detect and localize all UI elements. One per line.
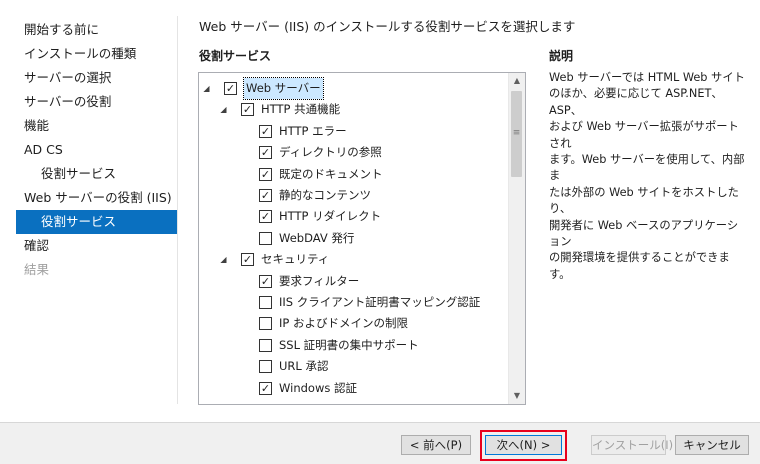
- cancel-button[interactable]: キャンセル: [675, 435, 749, 455]
- checkbox[interactable]: ✓: [241, 103, 254, 117]
- description-line: ます。Web サーバーを使用して、内部ま: [549, 153, 745, 183]
- nav-item-7[interactable]: 役割サービス: [16, 162, 177, 186]
- tree-item-label: 要求フィルター: [279, 273, 360, 288]
- page-title: Web サーバー (IIS) のインストールする役割サービスを選択します: [199, 19, 576, 34]
- tree-item[interactable]: ✓ HTTP エラー: [199, 121, 507, 142]
- nav-item-6[interactable]: AD CS: [16, 138, 177, 162]
- tree-item-label: Windows 認証: [279, 380, 357, 395]
- tree-item[interactable]: SSL 証明書の集中サポート: [199, 335, 507, 356]
- scrollbar-thumb[interactable]: ≡: [511, 91, 522, 177]
- tree-item[interactable]: ◢ ✓ HTTP 共通機能: [199, 99, 507, 120]
- tree-item[interactable]: ✓ ディレクトリの参照: [199, 142, 507, 163]
- tree-item[interactable]: ◢ ✓ Web サーバー: [199, 77, 507, 100]
- tree-item-label: ディレクトリの参照: [279, 145, 382, 160]
- tree-item-label: HTTP 共通機能: [261, 102, 341, 117]
- tree-item[interactable]: ✓ 既定のドキュメント: [199, 164, 507, 185]
- previous-button[interactable]: < 前へ(P): [401, 435, 471, 455]
- tree-item-label: セキュリティ: [261, 252, 330, 267]
- scroll-down-arrow-icon[interactable]: ▼: [509, 388, 525, 404]
- description-line: の開発環境を提供することができます。: [549, 251, 730, 281]
- nav-item-3[interactable]: サーバーの選択: [16, 66, 177, 90]
- checkbox[interactable]: ✓: [259, 274, 272, 288]
- tree-item-label: Web サーバー: [243, 77, 324, 100]
- tree-item[interactable]: URL 承認: [199, 356, 507, 377]
- checkbox[interactable]: ✓: [259, 146, 272, 160]
- nav-item-5[interactable]: 機能: [16, 114, 177, 138]
- wizard-button-bar: < 前へ(P) 次へ(N) > インストール(I) キャンセル: [0, 422, 760, 464]
- description-line: Web サーバーでは HTML Web サイト: [549, 71, 745, 84]
- nav-item-2[interactable]: インストールの種類: [16, 42, 177, 66]
- checkbox[interactable]: ✓: [259, 210, 272, 224]
- next-button[interactable]: 次へ(N) >: [485, 435, 562, 455]
- checkbox[interactable]: ✓: [224, 82, 237, 95]
- tree-item-label: IIS クライアント証明書マッピング認証: [279, 295, 481, 309]
- checkbox[interactable]: ✓: [241, 253, 254, 267]
- expanded-triangle-icon[interactable]: ◢: [219, 249, 228, 270]
- tree-item-label: HTTP リダイレクト: [279, 209, 382, 224]
- checkbox[interactable]: ✓: [259, 189, 272, 202]
- tree-item[interactable]: ✓ 要求フィルター: [199, 271, 507, 292]
- description-label: 説明: [549, 49, 574, 63]
- checkbox[interactable]: [259, 231, 272, 245]
- tree-item[interactable]: ✓ HTTP リダイレクト: [199, 206, 507, 227]
- nav-item-8[interactable]: Web サーバーの役割 (IIS): [16, 186, 177, 210]
- tree-item[interactable]: ✓ 静的なコンテンツ: [199, 185, 507, 206]
- tree-item-label: SSL 証明書の集中サポート: [279, 337, 419, 352]
- description-line: のほか、必要に応じて ASP.NET、ASP、: [549, 87, 723, 117]
- tree-item-label: URL 承認: [279, 359, 329, 374]
- install-button[interactable]: インストール(I): [591, 435, 673, 455]
- expanded-triangle-icon[interactable]: ◢: [219, 99, 228, 120]
- expanded-triangle-icon[interactable]: ◢: [202, 78, 211, 99]
- grip-icon: ≡: [512, 128, 521, 138]
- tree-item[interactable]: IP およびドメインの制限: [199, 313, 507, 334]
- tree-item[interactable]: ✓ Windows 認証: [199, 378, 507, 399]
- checkbox[interactable]: [259, 317, 272, 331]
- tree-item-label: 既定のドキュメント: [279, 166, 383, 181]
- nav-divider: [177, 16, 178, 404]
- role-services-tree[interactable]: ◢ ✓ Web サーバー ◢ ✓ HTTP 共通機能 ✓ HTTP エラー ✓ ディレクトリの参照…: [198, 72, 526, 405]
- tree-item-label: IP およびドメインの制限: [279, 316, 408, 331]
- tree-item-label: HTTP エラー: [279, 123, 347, 138]
- description-line: たは外部の Web サイトをホストしたり、: [549, 185, 739, 216]
- checkbox[interactable]: [259, 360, 272, 374]
- role-services-label: 役割サービス: [199, 49, 272, 63]
- wizard-step-navigation: 開始する前に インストールの種類 サーバーの選択 サーバーの役割 機能 AD CS 役割サー…: [16, 18, 177, 282]
- nav-item-4[interactable]: サーバーの役割: [16, 90, 177, 114]
- scroll-up-arrow-icon[interactable]: ▲: [509, 73, 525, 89]
- tree-item-label: 静的なコンテンツ: [279, 188, 371, 202]
- checkbox[interactable]: ✓: [259, 167, 272, 181]
- tree-item[interactable]: ◢ ✓ セキュリティ: [199, 249, 507, 270]
- tree-item-label: WebDAV 発行: [279, 230, 355, 245]
- checkbox[interactable]: [259, 296, 272, 309]
- description-text: Web サーバーでは HTML Web サイトのほか、必要に応じて ASP.NE…: [549, 70, 749, 283]
- nav-item-11: 結果: [24, 262, 50, 277]
- checkbox[interactable]: ✓: [259, 381, 272, 395]
- tree-item[interactable]: WebDAV 発行: [199, 228, 507, 249]
- nav-item-10[interactable]: 確認: [16, 234, 177, 258]
- checkbox[interactable]: [259, 338, 272, 352]
- description-line: および Web サーバー拡張がサポートされ: [549, 120, 739, 150]
- description-line: 開発者に Web ベースのアプリケーション: [549, 218, 739, 249]
- checkbox[interactable]: ✓: [259, 124, 272, 138]
- tree-item[interactable]: IIS クライアント証明書マッピング認証: [199, 292, 507, 313]
- nav-item-1[interactable]: 開始する前に: [16, 18, 177, 42]
- vertical-scrollbar[interactable]: ▲ ≡ ▼: [508, 73, 525, 404]
- nav-item-9[interactable]: 役割サービス: [16, 210, 177, 234]
